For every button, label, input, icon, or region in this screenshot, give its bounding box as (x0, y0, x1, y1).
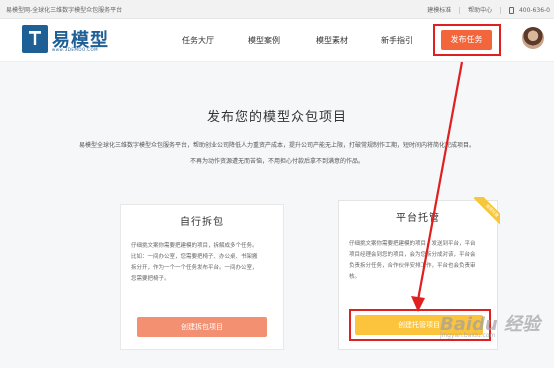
baidu-watermark-url: jingyan.baidu.com (440, 332, 496, 339)
